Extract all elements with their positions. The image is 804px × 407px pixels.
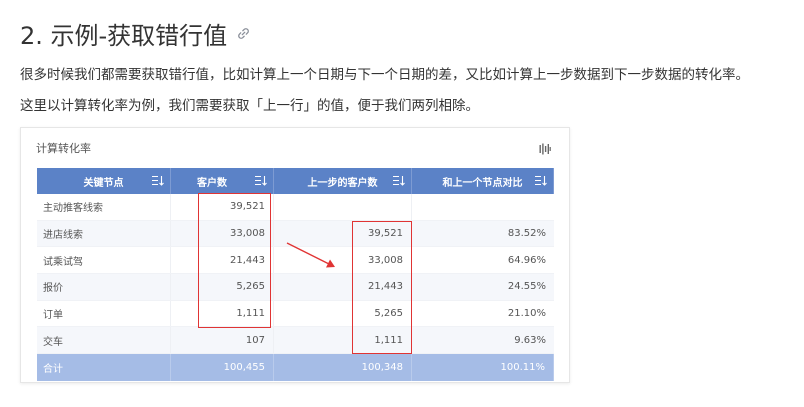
- table-cell: 39,521: [171, 194, 274, 220]
- table-header-row: 关键节点 客户数 上一步的客户数 和上一个节点对比: [37, 168, 554, 194]
- table-cell: 订单: [37, 300, 171, 327]
- table-cell: 交车: [37, 327, 171, 354]
- table-footer-row: 合计 100,455 100,348 100.11%: [37, 354, 554, 381]
- table-cell: [412, 194, 554, 220]
- column-header-previous-customers[interactable]: 上一步的客户数: [274, 168, 412, 194]
- section-heading: 2. 示例-获取错行值: [20, 16, 250, 50]
- page-title: 2. 示例-获取错行值: [20, 21, 228, 50]
- table-row: 主动推客线索 39,521: [37, 194, 554, 221]
- column-header-customers[interactable]: 客户数: [171, 168, 274, 194]
- table-cell: 主动推客线索: [37, 194, 171, 220]
- sort-icon[interactable]: [152, 175, 164, 189]
- footer-cell: 合计: [37, 354, 171, 381]
- table-cell: 报价: [37, 274, 171, 300]
- table-cell: 107: [171, 327, 274, 354]
- link-icon[interactable]: [237, 27, 250, 40]
- table-cell: 21,443: [274, 274, 412, 300]
- table-cell: 1,111: [274, 327, 412, 354]
- column-header-conversion[interactable]: 和上一个节点对比: [412, 168, 554, 194]
- annotation-arrow-icon: [286, 242, 335, 268]
- data-table: 关键节点 客户数 上一步的客户数 和上一个节点对比 主动推客线索 39,521 …: [37, 168, 554, 381]
- table-cell: 试乘试驾: [37, 247, 171, 274]
- chart-settings-icon[interactable]: [539, 140, 551, 159]
- sort-icon[interactable]: [535, 175, 547, 189]
- table-row: 订单 1,111 5,265 21.10%: [37, 300, 554, 328]
- sort-icon[interactable]: [393, 175, 405, 189]
- table-cell: 83.52%: [507, 228, 546, 240]
- table-cell: [274, 194, 412, 220]
- sort-icon[interactable]: [255, 175, 267, 189]
- footer-cell: 100,348: [274, 354, 412, 381]
- table-cell: 进店线索: [37, 220, 171, 247]
- table-cell: 5,265: [171, 274, 274, 300]
- table-cell: 64.96%: [507, 254, 546, 266]
- table-cell: 33,008: [171, 220, 274, 247]
- card-title: 计算转化率: [36, 142, 91, 155]
- table-cell: 1,111: [171, 300, 274, 327]
- table-cell: 9.63%: [514, 334, 546, 346]
- table-row: 交车 107 1,111 9.63%: [37, 327, 554, 355]
- intro-paragraph: 很多时候我们都需要获取错行值，比如计算上一个日期与下一个日期的差，又比如计算上一…: [20, 67, 749, 83]
- footer-cell: 100,455: [171, 354, 274, 381]
- column-header-label: 客户数: [197, 177, 227, 189]
- column-header-label: 和上一个节点对比: [442, 177, 523, 189]
- table-cell: 21.10%: [507, 308, 546, 320]
- table-cell: 24.55%: [507, 281, 546, 293]
- table-cell: 21,443: [171, 247, 274, 274]
- table-body: 主动推客线索 39,521 进店线索 33,008 39,521 83.52% …: [37, 194, 554, 355]
- column-header-label: 关键节点: [83, 177, 124, 189]
- example-paragraph: 这里以计算转化率为例，我们需要获取「上一行」的值，便于我们两列相除。: [20, 98, 479, 114]
- table-row: 报价 5,265 21,443 24.55%: [37, 274, 554, 301]
- footer-cell: 100.11%: [412, 354, 554, 381]
- table-cell: 5,265: [274, 300, 412, 327]
- column-header-node[interactable]: 关键节点: [37, 168, 171, 194]
- column-header-label: 上一步的客户数: [307, 177, 378, 189]
